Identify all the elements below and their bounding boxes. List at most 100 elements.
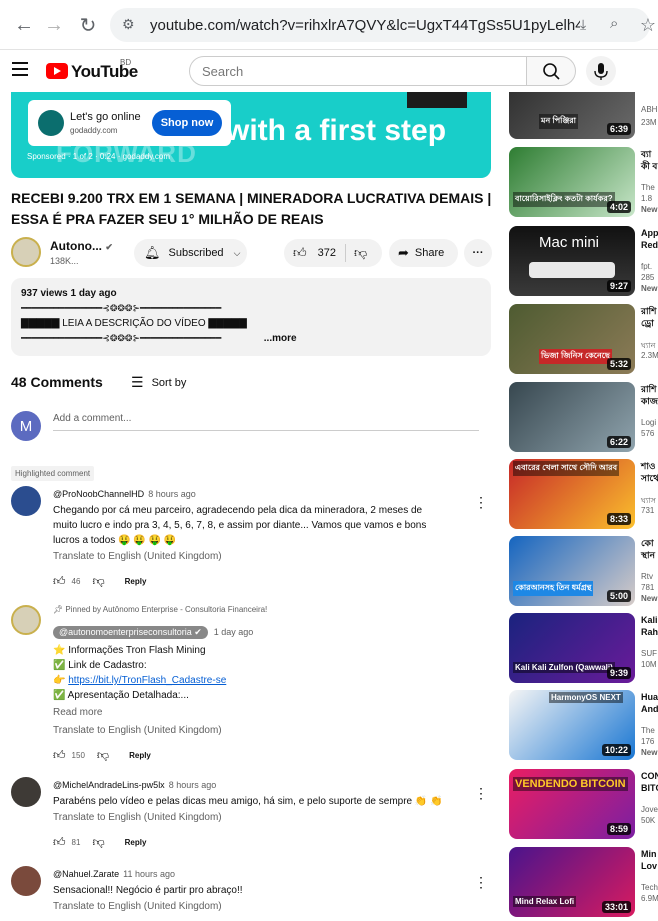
add-comment-input[interactable]: Add a comment... [53,413,479,431]
shop-now-button[interactable]: Shop now [152,110,222,136]
search-input[interactable]: Search [189,56,527,86]
voice-search-button[interactable] [586,56,616,86]
comment-dislike-icon[interactable]: 👎︎ [92,574,104,589]
recommended-video[interactable]: 6:22 রাশি কাজ Logi 576 [509,382,658,452]
search-button[interactable] [526,56,576,86]
zoom-icon[interactable]: ⌕ [610,15,618,32]
youtube-logo-icon[interactable] [46,63,68,79]
video-title-line-2[interactable]: Red [641,239,658,251]
like-icon[interactable]: 👍︎ [293,245,307,261]
comment-like-icon[interactable]: 👍︎ [53,835,66,850]
translate-link[interactable]: Translate to English (United Kingdom) [53,901,222,912]
comment-time[interactable]: 8 hours ago [148,489,196,499]
channel-name-text[interactable]: Autono... [50,239,102,253]
comment-menu-icon[interactable]: ⋮ [474,785,488,802]
comment-author[interactable]: @ProNoobChannelHD [53,489,144,499]
recommended-video[interactable]: এবারের খেলা সাথে সৌদি আরব 8:33 শাও সাথে … [509,459,658,529]
video-title-line-2[interactable]: সাথে [641,472,658,484]
video-title[interactable]: Kali [641,614,658,626]
channel-owner-chip[interactable]: @autonomoenterpriseconsultoria ✔ [53,626,208,639]
site-info-icon[interactable]: ⚙ [122,16,135,33]
comment-time[interactable]: 11 hours ago [123,869,175,879]
comment-dislike-icon[interactable]: 👎︎ [97,748,109,763]
channel-avatar[interactable] [11,237,41,267]
video-thumbnail[interactable]: 6:22 [509,382,635,452]
video-thumbnail[interactable]: কোরআনসহ তিন ধর্মগ্রন্থ 5:00 [509,536,635,606]
video-title-line-2[interactable]: BITC [641,782,658,794]
translate-link[interactable]: Translate to English (United Kingdom) [53,551,222,562]
translate-link[interactable]: Translate to English (United Kingdom) [53,725,222,736]
comment-avatar[interactable] [11,866,41,896]
video-ad-banner[interactable]: FORWARD with a first step Let's go onlin… [11,92,491,178]
video-title-line-2[interactable]: কী ব [641,160,657,172]
back-icon[interactable]: ← [12,13,36,37]
recommended-video[interactable]: HarmonyOS NEXT 10:22 Hua And The 176 New [509,690,658,760]
forward-icon[interactable]: → [42,13,66,37]
like-count[interactable]: 372 [318,247,336,259]
video-thumbnail[interactable]: HarmonyOS NEXT 10:22 [509,690,635,760]
video-thumbnail[interactable]: বায়োরিসাইক্লিং কতটা কার্যকর? 4:02 [509,147,635,217]
video-title[interactable]: Min [641,848,657,860]
video-title[interactable]: রাশি [641,383,656,395]
comment-avatar[interactable] [11,605,41,635]
subscribed-button[interactable]: 🔔︎ Subscribed ⌵ [134,239,247,267]
cadastro-link[interactable]: https://bit.ly/TronFlash_Cadastre-se [68,675,226,686]
video-title-line-2[interactable]: স্থান [641,549,655,561]
recommended-video[interactable]: মন পিঞ্জিরা 6:39 T L ABH 23M [509,92,658,139]
url-text[interactable]: youtube.com/watch?v=rihxlrA7QVY&lc=UgxT4… [150,17,580,34]
recommended-video[interactable]: বায়োরিসাইক্লিং কতটা কার্যকর? 4:02 ব্যা … [509,147,658,217]
video-title[interactable]: শাও [641,460,656,472]
comment-like-icon[interactable]: 👍︎ [53,574,66,589]
comment-like-icon[interactable]: 👍︎ [53,748,66,763]
address-bar[interactable]: ⚙ youtube.com/watch?v=rihxlrA7QVY&lc=Ugx… [110,8,650,42]
comment-author[interactable]: @Nahuel.Zarate [53,869,119,879]
recommended-video[interactable]: Kali Kali Zulfon (Qawwali) 9:39 Kali Rah… [509,613,658,683]
install-icon[interactable]: ⤓ [580,16,586,33]
translate-link[interactable]: Translate to English (United Kingdom) [53,812,222,823]
video-title-line-2[interactable]: ড্রো [641,317,654,329]
video-title[interactable]: App [641,227,658,239]
share-button[interactable]: ➦ Share [389,239,458,267]
comment-avatar[interactable] [11,777,41,807]
video-title-line-2[interactable]: কাজ [641,395,658,407]
comment-dislike-icon[interactable]: 👎︎ [92,835,104,850]
dislike-icon[interactable]: 👎︎ [354,245,367,261]
video-title-line-2[interactable]: Lov [641,860,657,872]
recommended-video[interactable]: ভিজা জিনিস কেনেছে 5:32 রাশি ড্রো ঘ্যান 2… [509,304,658,374]
video-thumbnail[interactable]: VENDENDO BITCOIN 8:59 [509,769,635,839]
video-title-line-2[interactable]: And [641,703,658,715]
reply-button[interactable]: Reply [125,838,147,847]
recommended-video[interactable]: Mind Relax Lofi 33:01 Min Lov Tech 6.9M [509,847,658,917]
comment-time[interactable]: 1 day ago [214,627,254,637]
video-title[interactable]: রাশি [641,305,656,317]
channel-name[interactable]: Autono... ✔ [50,239,113,253]
more-actions-button[interactable]: ··· [464,239,492,267]
video-title[interactable]: Hua [641,691,658,703]
reply-button[interactable]: Reply [129,751,151,760]
sort-by-button[interactable]: ☰ Sort by [131,374,186,391]
recommended-video[interactable]: Mac mini 9:27 App Red fpt. 285 New [509,226,658,296]
recommended-video[interactable]: কোরআনসহ তিন ধর্মগ্রন্থ 5:00 কো স্থান Rtv… [509,536,658,606]
video-title[interactable]: CON [641,770,658,782]
description-more-link[interactable]: ...more [264,333,297,344]
reload-icon[interactable]: ↻ [76,13,100,37]
video-thumbnail[interactable]: ভিজা জিনিস কেনেছে 5:32 [509,304,635,374]
comment-author[interactable]: @MichelAndradeLins-pw5lx [53,780,165,790]
reply-button[interactable]: Reply [125,577,147,586]
video-title[interactable]: ব্যা [641,148,651,160]
video-title-line-2[interactable]: Rah [641,626,658,638]
comment-menu-icon[interactable]: ⋮ [474,874,488,891]
video-thumbnail[interactable]: Kali Kali Zulfon (Qawwali) 9:39 [509,613,635,683]
bookmark-star-icon[interactable]: ☆ [636,13,658,37]
video-title[interactable]: কো [641,537,654,549]
description-box[interactable]: 937 views 1 day ago ━━━━━━━━━━━━━━━⊰❂❂❂⊱… [11,278,491,356]
comment-menu-icon[interactable]: ⋮ [474,494,488,511]
comment-author[interactable]: @autonomoenterpriseconsultoria [59,627,192,637]
video-thumbnail[interactable]: Mac mini 9:27 [509,226,635,296]
recommended-video[interactable]: VENDENDO BITCOIN 8:59 CON BITC Jove 50K [509,769,658,839]
video-thumbnail[interactable]: এবারের খেলা সাথে সৌদি আরব 8:33 [509,459,635,529]
read-more-link[interactable]: Read more [53,707,102,718]
menu-icon[interactable] [12,62,28,76]
ad-card[interactable]: Let's go online godaddy.com Shop now [28,100,231,146]
video-thumbnail[interactable]: Mind Relax Lofi 33:01 [509,847,635,917]
